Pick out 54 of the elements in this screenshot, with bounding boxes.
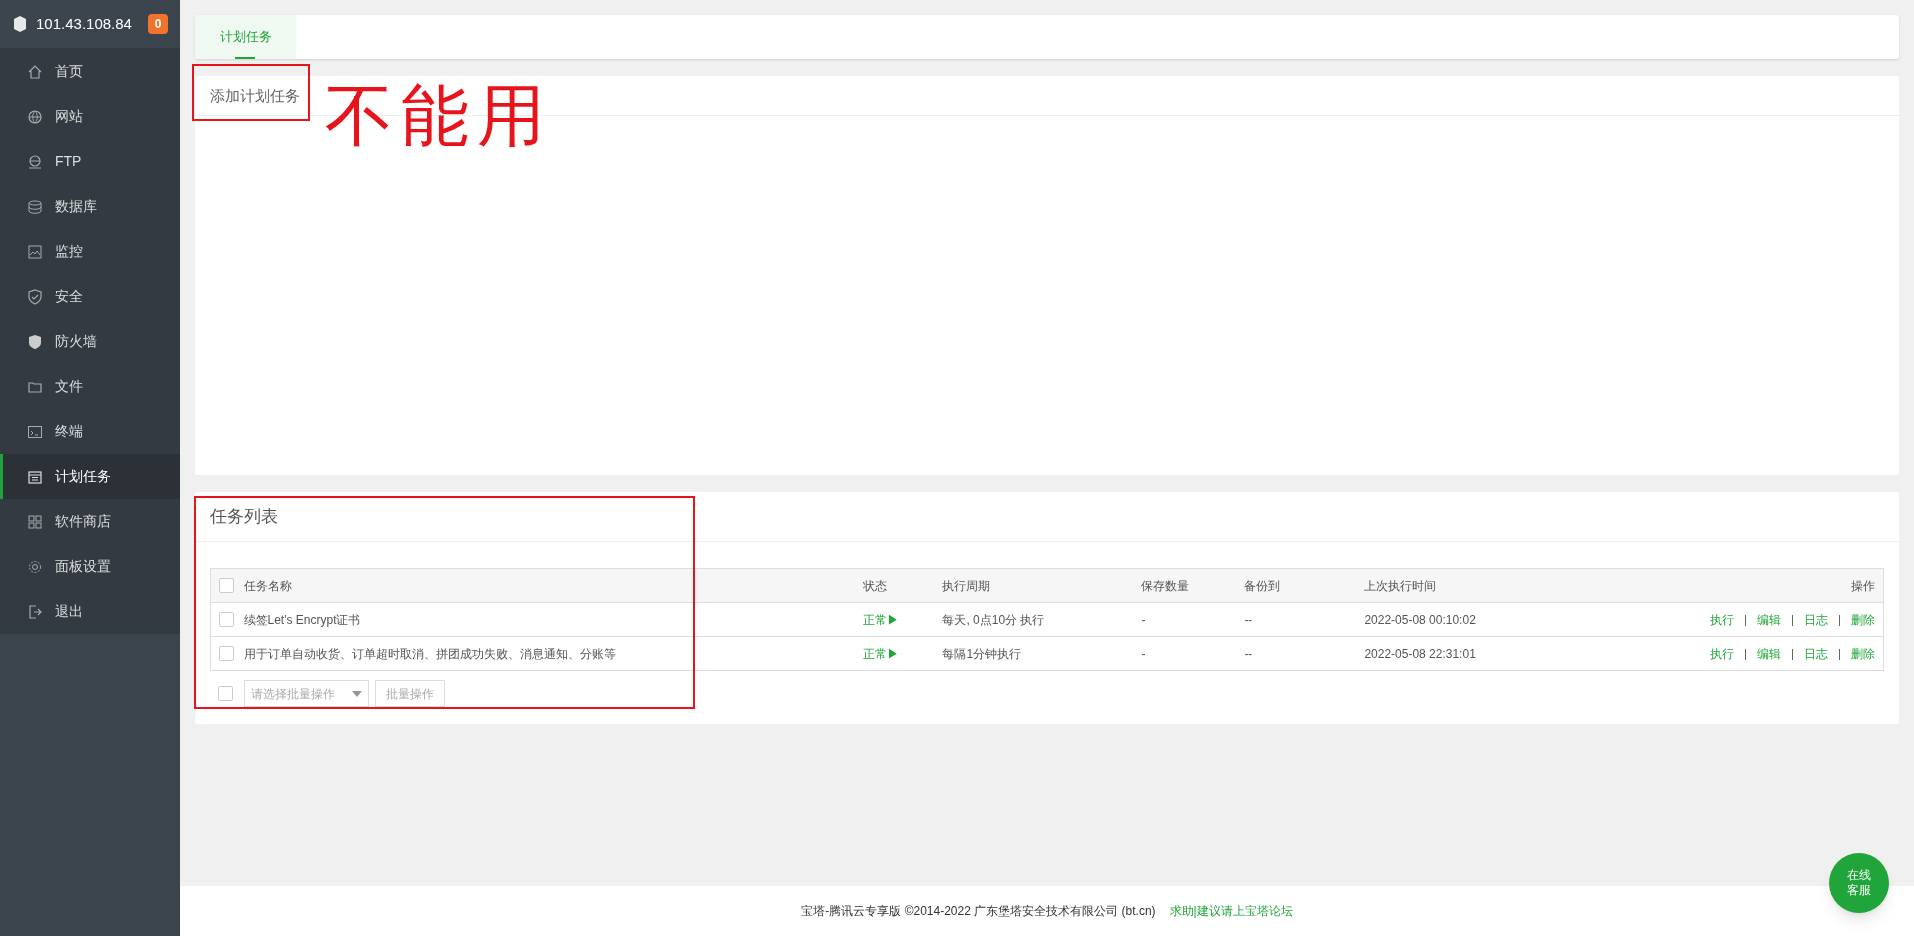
column-header: 保存数量 xyxy=(1141,578,1190,593)
shield-icon xyxy=(27,288,43,305)
sidebar-item[interactable]: 终端 xyxy=(0,409,180,454)
table-cell: - xyxy=(1141,612,1146,627)
checkbox[interactable] xyxy=(219,612,234,627)
sidebar-item[interactable]: 软件商店 xyxy=(0,499,180,544)
column-header: 任务名称 xyxy=(243,578,292,593)
task-name: 续签Let's Encrypt证书 xyxy=(243,612,361,627)
grid-icon xyxy=(27,513,43,530)
notification-badge: 0 xyxy=(148,14,168,34)
server-icon xyxy=(12,15,28,33)
column-header: 备份到 xyxy=(1244,578,1281,593)
sidebar-item[interactable]: 网站 xyxy=(0,94,180,139)
caret-icon xyxy=(352,690,362,697)
copyright-text: 宝塔-腾讯云专享版 ©2014-2022 广东堡塔安全技术有限公司 (bt.cn) xyxy=(801,903,1156,920)
sidebar-item[interactable]: 首页 xyxy=(0,49,180,94)
home-icon xyxy=(27,63,43,80)
logout-icon xyxy=(27,603,43,620)
shield-icon xyxy=(27,333,43,350)
chart-icon xyxy=(27,243,43,260)
table-cell: -- xyxy=(1244,646,1253,661)
column-header: 上次执行时间 xyxy=(1364,578,1437,593)
status-text: 正常▶ xyxy=(863,646,900,661)
sidebar-item[interactable]: 计划任务 xyxy=(0,454,180,499)
sidebar-item[interactable]: 监控 xyxy=(0,229,180,274)
column-header: 操作 xyxy=(1851,578,1875,593)
panel-title: 任务列表 xyxy=(210,505,278,528)
timestamp: 2022-05-08 22:31:01 xyxy=(1364,646,1476,661)
terminal-icon xyxy=(27,423,43,440)
sidebar-item[interactable]: FTP xyxy=(0,139,180,184)
table-cell: -- xyxy=(1244,612,1253,627)
checkbox[interactable] xyxy=(219,578,234,593)
database-icon xyxy=(27,198,43,215)
column-header: 状态 xyxy=(863,578,888,593)
checkbox[interactable] xyxy=(218,686,233,701)
sidebar-item[interactable]: 文件 xyxy=(0,364,180,409)
settings-icon xyxy=(27,558,43,575)
sidebar-item[interactable]: 面板设置 xyxy=(0,544,180,589)
sidebar-item[interactable]: 退出 xyxy=(0,589,180,634)
sidebar-item[interactable]: 防火墙 xyxy=(0,319,180,364)
status-text: 正常▶ xyxy=(863,612,900,627)
timestamp: 2022-05-08 00:10:02 xyxy=(1364,612,1476,627)
table-cell: - xyxy=(1141,646,1146,661)
checkbox[interactable] xyxy=(219,646,234,661)
calendar-icon xyxy=(27,468,43,485)
handwritten-note: 不能用 xyxy=(325,82,553,150)
column-header: 执行周期 xyxy=(942,578,991,593)
sidebar-item[interactable]: 数据库 xyxy=(0,184,180,229)
panel-title: 添加计划任务 xyxy=(210,85,300,106)
cycle-text: 每隔1分钟执行 xyxy=(942,646,1022,661)
sidebar-item[interactable]: 安全 xyxy=(0,274,180,319)
cycle-text: 每天, 0点10分 执行 xyxy=(942,612,1045,627)
task-name: 用于订单自动收货、订单超时取消、拼团成功失败、消息通知、分账等 xyxy=(243,646,616,661)
server-address: 101.43.108.84 xyxy=(36,13,133,34)
